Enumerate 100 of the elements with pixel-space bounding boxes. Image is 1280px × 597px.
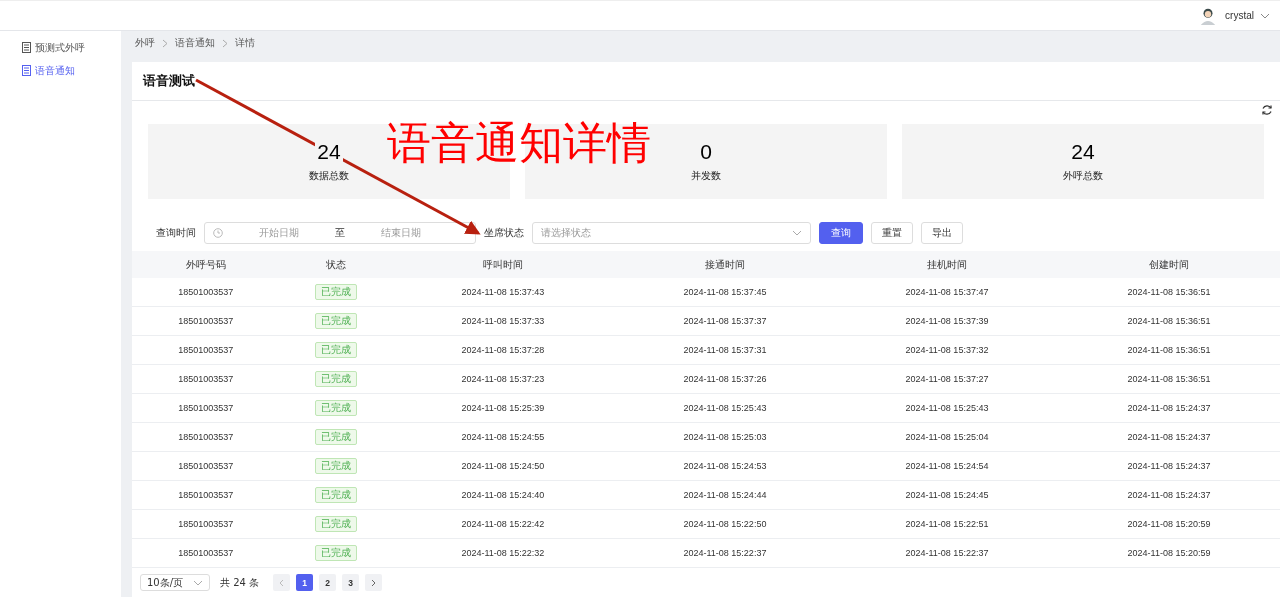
table-cell: 2024-11-08 15:25:43: [683, 403, 767, 413]
table-cell: 2024-11-08 15:24:53: [683, 461, 767, 471]
table-cell: 2024-11-08 15:25:03: [683, 432, 767, 442]
column-header: 接通时间: [704, 258, 745, 270]
table-cell: 18501003537: [178, 461, 234, 471]
table-cell: 2024-11-08 15:24:45: [905, 490, 989, 500]
table-cell: 2024-11-08 15:25:39: [461, 403, 545, 413]
status-tag: 已完成: [314, 313, 357, 329]
status-tag: 已完成: [314, 487, 357, 503]
table-cell: 2024-11-08 15:20:59: [1127, 519, 1211, 529]
breadcrumb-item[interactable]: 外呼: [135, 36, 155, 50]
start-date-input[interactable]: 开始日期: [223, 227, 335, 238]
total-count: 共 24 条: [220, 575, 260, 590]
action-button[interactable]: 重置: [871, 221, 913, 244]
range-separator: 至: [335, 225, 345, 240]
table-cell: 2024-11-08 15:37:39: [905, 316, 989, 326]
document-icon: [22, 65, 31, 76]
table-cell: 2024-11-08 15:24:40: [461, 490, 545, 500]
filter-label: 坐席状态: [484, 225, 524, 240]
table-cell: 2024-11-08 15:37:32: [905, 345, 989, 355]
table-cell: 2024-11-08 15:24:37: [1127, 461, 1211, 471]
table-cell: 18501003537: [178, 548, 234, 558]
table-cell: 2024-11-08 15:24:50: [461, 461, 545, 471]
status-tag: 已完成: [314, 342, 357, 358]
username[interactable]: crystal: [1225, 10, 1254, 21]
table-cell: 2024-11-08 15:36:51: [1127, 345, 1211, 355]
status-tag: 已完成: [314, 371, 357, 387]
column-header: 外呼号码: [185, 258, 226, 270]
document-icon: [22, 42, 31, 53]
stat-label: 并发数: [691, 169, 721, 183]
column-header: 挂机时间: [926, 258, 967, 270]
end-date-input[interactable]: 结束日期: [345, 227, 457, 238]
table-cell: 2024-11-08 15:22:42: [461, 519, 545, 529]
table-cell: 2024-11-08 15:22:51: [905, 519, 989, 529]
page-size-select[interactable]: 10条/页: [140, 574, 210, 591]
table-cell: 2024-11-08 15:36:51: [1127, 287, 1211, 297]
table-cell: 18501003537: [178, 345, 234, 355]
table-cell: 18501003537: [178, 519, 234, 529]
table-cell: 2024-11-08 15:25:04: [905, 432, 989, 442]
annotation-text: 语音通知详情: [387, 117, 651, 170]
table-cell: 2024-11-08 15:37:37: [683, 316, 767, 326]
table-cell: 2024-11-08 15:22:37: [905, 548, 989, 558]
table-cell: 18501003537: [178, 432, 234, 442]
chevron-right-icon: [371, 578, 377, 587]
refresh-icon[interactable]: [1261, 104, 1273, 116]
page-button[interactable]: 1: [296, 574, 314, 591]
table-cell: 2024-11-08 15:22:50: [683, 519, 767, 529]
chevron-left-icon: [279, 578, 285, 587]
stat-value: 24: [315, 140, 343, 164]
table-cell: 18501003537: [178, 316, 234, 326]
table-cell: 2024-11-08 15:37:43: [461, 287, 545, 297]
column-header: 状态: [325, 258, 346, 270]
table-cell: 2024-11-08 15:37:31: [683, 345, 767, 355]
column-header: 创建时间: [1149, 258, 1189, 270]
table-cell: 2024-11-08 15:36:51: [1127, 316, 1211, 326]
stat-label: 数据总数: [309, 169, 349, 183]
table-cell: 18501003537: [178, 403, 234, 413]
stat-label: 外呼总数: [1063, 169, 1103, 183]
table-cell: 2024-11-08 15:22:37: [683, 548, 767, 558]
table-cell: 2024-11-08 15:22:32: [461, 548, 545, 558]
breadcrumb-item[interactable]: 语音通知: [175, 36, 215, 50]
table-cell: 2024-11-08 15:24:54: [905, 461, 989, 471]
table-cell: 18501003537: [178, 374, 234, 384]
chevron-down-icon[interactable]: [1260, 12, 1270, 19]
avatar-icon: [1199, 6, 1218, 25]
table-cell: 2024-11-08 15:24:44: [683, 490, 767, 500]
table-cell: 2024-11-08 15:37:23: [461, 374, 545, 384]
table-cell: 2024-11-08 15:36:51: [1127, 374, 1211, 384]
table-cell: 2024-11-08 15:37:47: [905, 287, 989, 297]
table-cell: 18501003537: [178, 490, 234, 500]
action-button[interactable]: 导出: [921, 221, 963, 244]
clock-icon: [213, 227, 223, 238]
status-tag: 已完成: [314, 284, 357, 300]
sidebar-item[interactable]: 预测式外呼: [0, 36, 121, 59]
table-cell: 18501003537: [178, 287, 234, 297]
table-cell: 2024-11-08 15:37:26: [683, 374, 767, 384]
status-tag: 已完成: [314, 516, 357, 532]
status-tag: 已完成: [314, 545, 357, 561]
chevron-right-icon: [162, 38, 168, 48]
sidebar-item[interactable]: 语音通知: [0, 59, 121, 82]
status-tag: 已完成: [314, 429, 357, 445]
chevron-down-icon: [193, 579, 203, 586]
filter-label: 查询时间: [156, 225, 196, 240]
page-button[interactable]: 2: [319, 574, 337, 591]
page-button[interactable]: 3: [342, 574, 360, 591]
table-cell: 2024-11-08 15:20:59: [1127, 548, 1211, 558]
table-cell: 2024-11-08 15:25:43: [905, 403, 989, 413]
chevron-right-icon: [222, 38, 228, 48]
table-cell: 2024-11-08 15:24:37: [1127, 490, 1211, 500]
table-cell: 2024-11-08 15:37:45: [683, 287, 767, 297]
chevron-down-icon: [792, 229, 802, 236]
table-cell: 2024-11-08 15:37:33: [461, 316, 545, 326]
status-tag: 已完成: [314, 400, 357, 416]
status-select[interactable]: 请选择状态: [532, 221, 811, 244]
search-button[interactable]: 查询: [819, 221, 863, 244]
page-title: 语音测试: [143, 72, 195, 90]
status-tag: 已完成: [314, 458, 357, 474]
column-header: 呼叫时间: [482, 258, 523, 270]
table-cell: 2024-11-08 15:37:28: [461, 345, 545, 355]
date-range-field[interactable]: 开始日期 至 结束日期: [204, 221, 476, 244]
